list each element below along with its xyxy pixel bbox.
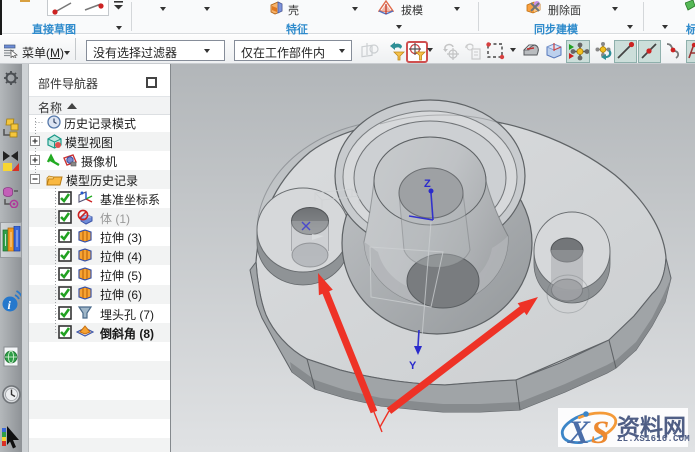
- svg-text:X: X: [567, 415, 591, 447]
- svg-text:S: S: [591, 415, 609, 447]
- svg-text:Y: Y: [409, 360, 417, 372]
- svg-text:Z: Z: [424, 178, 431, 190]
